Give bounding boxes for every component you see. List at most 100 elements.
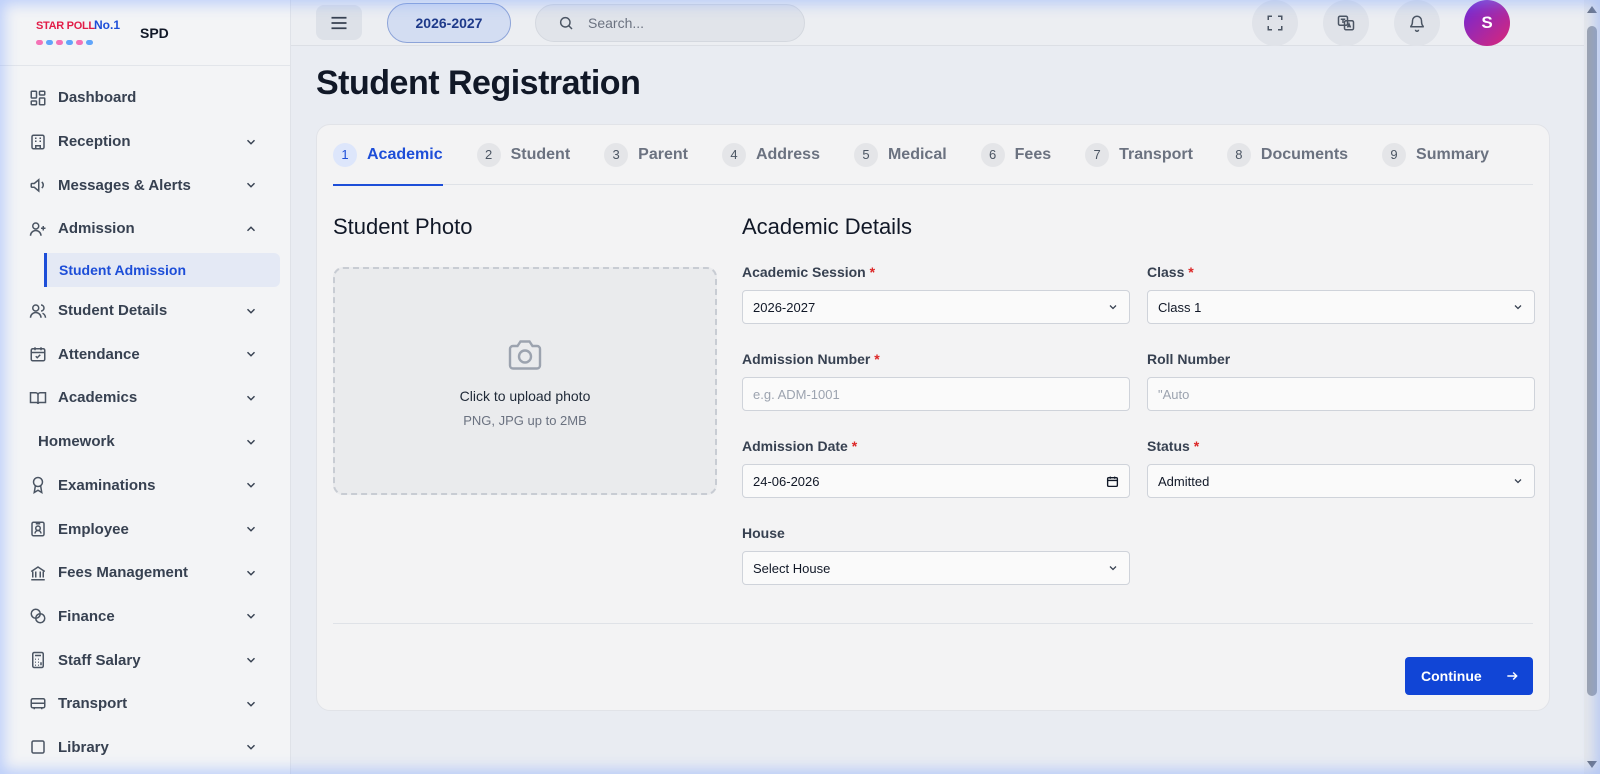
hamburger-icon xyxy=(331,16,347,29)
top-bar: 2026-2027 S xyxy=(291,0,1600,46)
admission-number-input[interactable]: e.g. ADM-1001 xyxy=(742,377,1130,411)
chevron-down-icon xyxy=(1514,479,1522,484)
school-logo[interactable]: STAR POLL No.1 xyxy=(32,16,120,50)
scroll-down-arrow-icon[interactable] xyxy=(1587,761,1597,768)
sidebar-item-dashboard[interactable]: Dashboard xyxy=(0,76,290,120)
academic-details-title: Academic Details xyxy=(742,214,912,239)
step-label: Summary xyxy=(1416,145,1489,163)
fullscreen-button[interactable] xyxy=(1252,0,1298,46)
translate-icon xyxy=(1337,15,1355,31)
users-icon xyxy=(28,301,48,321)
brand-name: SPD xyxy=(140,24,169,41)
sidebar: STAR POLL No.1 SPD Dashboard Reception M… xyxy=(0,0,291,774)
chevron-up-icon xyxy=(246,226,256,232)
sidebar-item-library[interactable]: Library xyxy=(0,726,290,770)
step-fees[interactable]: 6 Fees xyxy=(980,125,1051,185)
field-label: Roll Number xyxy=(1147,351,1231,367)
step-academic[interactable]: 1 Academic xyxy=(333,125,443,186)
chevron-down-icon xyxy=(246,614,256,620)
house-select[interactable]: Select House xyxy=(742,551,1130,585)
bus-icon xyxy=(28,694,48,714)
translate-button[interactable] xyxy=(1323,0,1369,46)
page-scrollbar[interactable] xyxy=(1584,0,1600,774)
admission-submenu: Student Admission xyxy=(0,251,290,289)
sidebar-item-examinations[interactable]: Examinations xyxy=(0,464,290,508)
search-icon xyxy=(559,16,573,30)
step-label: Documents xyxy=(1260,145,1349,163)
sidebar-item-reception[interactable]: Reception xyxy=(0,120,290,164)
sidebar-item-label: Messages & Alerts xyxy=(58,176,191,194)
continue-button[interactable]: Continue xyxy=(1405,657,1533,695)
sidebar-item-admission[interactable]: Admission xyxy=(0,207,290,251)
status-select[interactable]: Admitted xyxy=(1147,464,1535,498)
step-transport[interactable]: 7 Transport xyxy=(1085,125,1193,185)
megaphone-icon xyxy=(28,175,48,195)
sidebar-item-student-details[interactable]: Student Details xyxy=(0,289,290,333)
step-number: 1 xyxy=(333,142,357,167)
sidebar-item-staff-salary[interactable]: Staff Salary xyxy=(0,638,290,682)
step-number: 5 xyxy=(853,142,878,167)
student-photo-title: Student Photo xyxy=(333,214,473,239)
sidebar-item-label: Library xyxy=(58,738,109,756)
sidebar-item-label: Admission xyxy=(58,220,135,238)
building-icon xyxy=(28,132,48,152)
sidebar-nav: Dashboard Reception Messages & Alerts Ad… xyxy=(0,66,290,769)
sidebar-item-transport[interactable]: Transport xyxy=(0,682,290,726)
chevron-down-icon xyxy=(246,526,256,532)
upload-text: Click to upload photo xyxy=(459,388,591,404)
field-label: Admission Date * xyxy=(742,438,858,454)
chevron-down-icon xyxy=(1514,305,1522,310)
step-tabs: 1 Academic 2 Student 3 Parent 4 Address … xyxy=(333,125,1533,186)
notifications-button[interactable] xyxy=(1394,0,1440,46)
sidebar-item-homework[interactable]: Homework xyxy=(0,420,290,464)
calendar-icon[interactable] xyxy=(1106,475,1119,488)
step-number: 7 xyxy=(1085,142,1110,167)
roll-number-field: Roll Number "Auto xyxy=(1147,351,1535,411)
arrow-right-icon xyxy=(1507,671,1518,681)
scroll-up-arrow-icon[interactable] xyxy=(1587,6,1597,13)
sidebar-item-fees-management[interactable]: Fees Management xyxy=(0,551,290,595)
camera-icon xyxy=(508,340,542,370)
user-avatar[interactable]: S xyxy=(1464,0,1510,46)
logo-text: STAR POLL xyxy=(36,19,95,32)
sidebar-item-label: Attendance xyxy=(58,345,140,363)
continue-label: Continue xyxy=(1421,668,1482,684)
chevron-down-icon xyxy=(246,745,256,751)
step-number: 2 xyxy=(476,142,501,167)
admission-date-field: Admission Date * 24-06-2026 xyxy=(742,438,1130,498)
sidebar-item-employee[interactable]: Employee xyxy=(0,507,290,551)
sidebar-item-label: Finance xyxy=(58,607,115,625)
roll-number-input[interactable]: "Auto xyxy=(1147,377,1535,411)
step-address[interactable]: 4 Address xyxy=(721,125,820,185)
step-parent[interactable]: 3 Parent xyxy=(604,125,688,185)
chevron-down-icon xyxy=(246,657,256,663)
status-field: Status * Admitted xyxy=(1147,438,1535,498)
award-icon xyxy=(28,475,48,495)
sidebar-item-attendance[interactable]: Attendance xyxy=(0,332,290,376)
bank-icon xyxy=(28,563,48,583)
menu-toggle-button[interactable] xyxy=(316,5,362,40)
bell-icon xyxy=(1409,15,1425,32)
field-label: Status * xyxy=(1147,438,1200,454)
sidebar-item-label: Fees Management xyxy=(58,564,189,582)
class-select[interactable]: Class 1 xyxy=(1147,290,1535,324)
photo-upload-dropzone[interactable]: Click to upload photo PNG, JPG up to 2MB xyxy=(333,267,717,495)
class-field: Class * Class 1 xyxy=(1147,264,1535,324)
sidebar-item-label: Student Details xyxy=(58,302,168,320)
search-input[interactable] xyxy=(588,15,778,31)
academic-session-select[interactable]: 2026-2027 xyxy=(742,290,1130,324)
search-box[interactable] xyxy=(535,4,805,42)
sidebar-item-academics[interactable]: Academics xyxy=(0,376,290,420)
session-selector[interactable]: 2026-2027 xyxy=(387,3,511,43)
sidebar-subitem-student-admission[interactable]: Student Admission xyxy=(44,252,280,287)
step-documents[interactable]: 8 Documents xyxy=(1226,125,1349,185)
admission-date-input[interactable]: 24-06-2026 xyxy=(742,464,1130,498)
step-summary[interactable]: 9 Summary xyxy=(1382,125,1489,185)
book-icon xyxy=(28,388,48,408)
sidebar-item-messages[interactable]: Messages & Alerts xyxy=(0,163,290,207)
step-student[interactable]: 2 Student xyxy=(476,125,570,185)
field-label: House xyxy=(742,525,785,541)
sidebar-item-finance[interactable]: Finance xyxy=(0,595,290,639)
step-medical[interactable]: 5 Medical xyxy=(853,125,947,185)
scroll-thumb[interactable] xyxy=(1587,26,1597,696)
